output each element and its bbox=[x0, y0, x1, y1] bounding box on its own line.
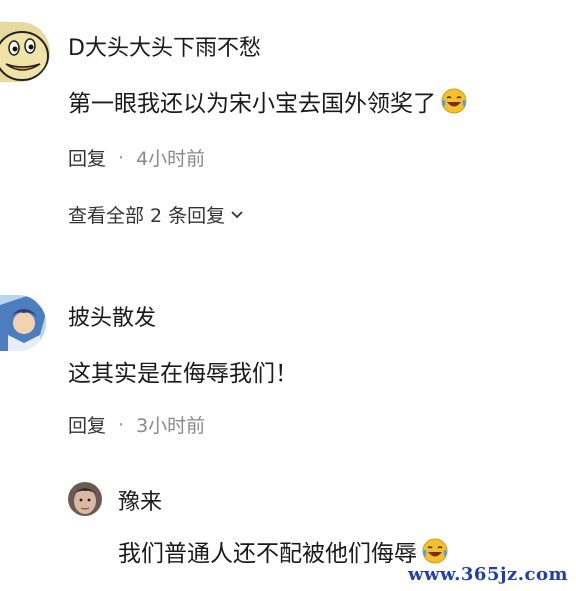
person-face-avatar-icon bbox=[68, 482, 102, 516]
avatar[interactable] bbox=[68, 482, 102, 516]
reply-button[interactable]: 回复 bbox=[68, 411, 106, 438]
comment-text-body: 这其实是在侮辱我们！ bbox=[68, 361, 298, 387]
cartoon-duck-avatar-icon bbox=[0, 22, 50, 82]
laughing-crying-emoji-icon bbox=[441, 88, 467, 114]
comment-1: D大头大头下雨不愁 第一眼我还以为宋小宝去国外领奖了 回复 · 4小时前 查看全… bbox=[0, 0, 576, 260]
timestamp: 4小时前 bbox=[136, 148, 206, 170]
comment-2: 披头散发 这其实是在侮辱我们！ 回复 · 3小时前 bbox=[0, 285, 576, 465]
avatar[interactable] bbox=[0, 22, 50, 82]
reply-button[interactable]: 回复 bbox=[68, 144, 106, 171]
view-all-replies-label: 查看全部 2 条回复 bbox=[68, 205, 226, 227]
timestamp: 3小时前 bbox=[136, 415, 206, 437]
separator-dot: · bbox=[118, 413, 125, 436]
anime-character-avatar-icon bbox=[0, 295, 46, 351]
avatar[interactable] bbox=[0, 295, 46, 351]
chevron-down-icon bbox=[231, 210, 243, 218]
username[interactable]: 豫来 bbox=[118, 484, 162, 516]
comment-meta: 回复 · 3小时前 bbox=[68, 411, 205, 438]
comment-meta: 回复 · 4小时前 bbox=[68, 144, 205, 171]
view-all-replies-link[interactable]: 查看全部 2 条回复 bbox=[68, 201, 245, 228]
comment-text: 第一眼我还以为宋小宝去国外领奖了 bbox=[68, 84, 468, 118]
reply-text-body: 我们普通人还不配被他们侮辱 bbox=[118, 541, 417, 567]
separator-dot: · bbox=[118, 146, 125, 169]
username[interactable]: D大头大头下雨不愁 bbox=[68, 30, 261, 62]
laughing-crying-emoji-icon bbox=[422, 538, 448, 564]
comment-text-body: 第一眼我还以为宋小宝去国外领奖了 bbox=[68, 91, 436, 117]
comment-text: 这其实是在侮辱我们！ bbox=[68, 354, 298, 388]
site-watermark: www.365jz.com bbox=[407, 564, 568, 585]
username[interactable]: 披头散发 bbox=[68, 300, 156, 332]
reply-text: 我们普通人还不配被他们侮辱 bbox=[118, 534, 449, 568]
